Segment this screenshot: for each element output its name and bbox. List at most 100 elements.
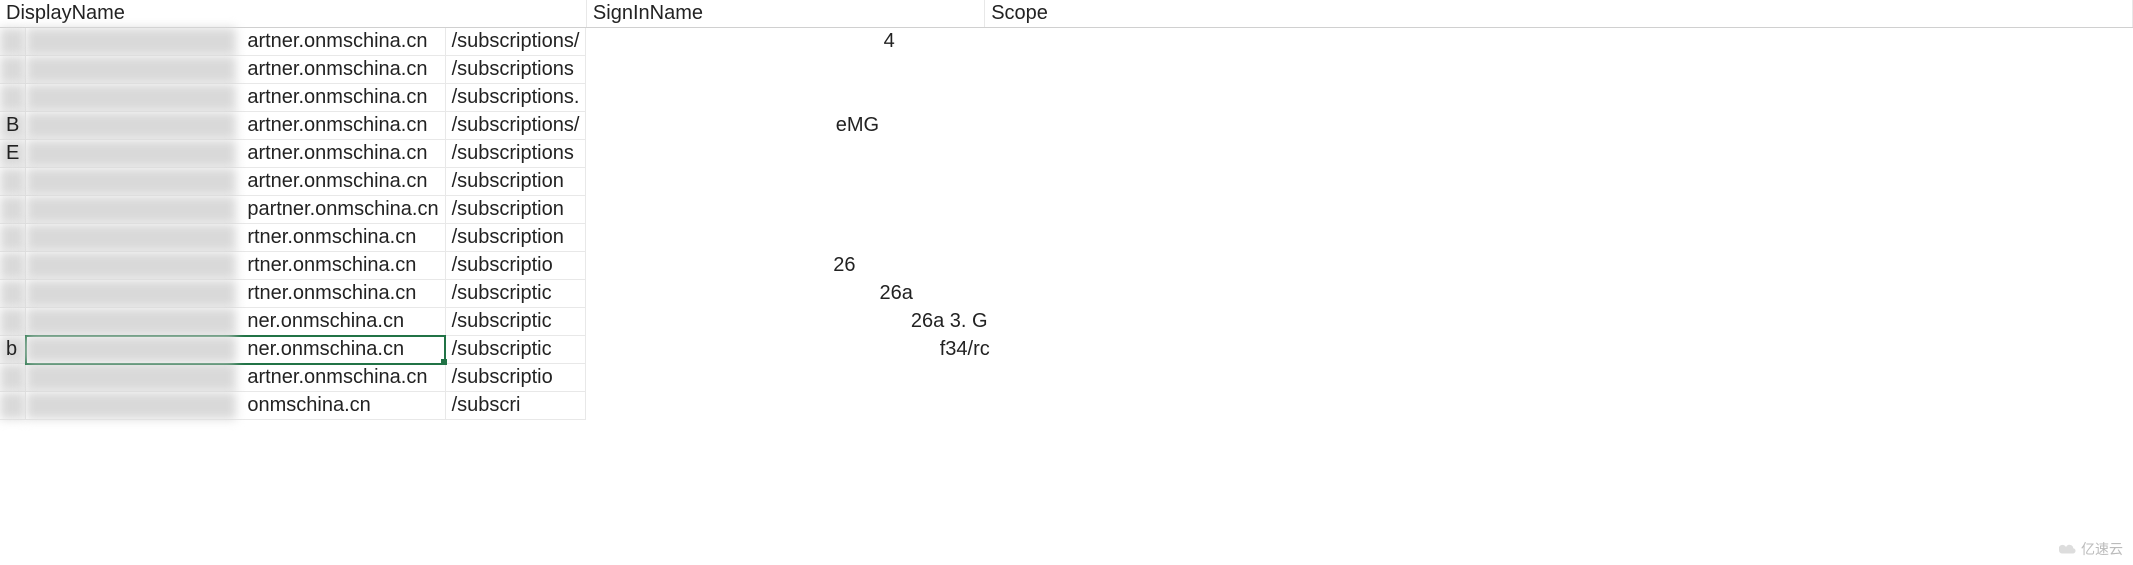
spreadsheet-table[interactable]: DisplayName SignInName Scope artner.onms… — [0, 0, 2133, 420]
table-row[interactable]: Bartner.onmschina.cn/subscriptions/eMG — [0, 112, 586, 140]
cell-signin-text: artner.onmschina.cn — [32, 142, 427, 164]
cell-sign-in-name[interactable]: artner.onmschina.cn — [26, 168, 445, 196]
cell-sign-in-name[interactable]: artner.onmschina.cn — [26, 28, 445, 56]
cell-scope-text: /subscription — [452, 170, 564, 192]
cell-display-name[interactable] — [0, 252, 26, 280]
cell-scope[interactable]: /subscriptio — [445, 364, 586, 392]
watermark: 亿速云 — [2059, 539, 2123, 559]
cell-display-name[interactable] — [0, 392, 26, 420]
cell-scope[interactable]: /subscriptions/4 — [445, 28, 586, 56]
cell-signin-text: artner.onmschina.cn — [32, 86, 427, 108]
cell-display-name[interactable] — [0, 56, 26, 84]
cell-scope[interactable]: /subscriptions/eMG — [445, 112, 586, 140]
cell-sign-in-name[interactable]: artner.onmschina.cn — [26, 112, 445, 140]
table-row[interactable]: artner.onmschina.cn/subscriptio — [0, 364, 586, 392]
cell-display-name[interactable]: E — [0, 140, 26, 168]
cell-signin-text: artner.onmschina.cn — [32, 114, 427, 136]
cell-signin-text: ner.onmschina.cn — [32, 310, 404, 332]
cell-display-name[interactable] — [0, 308, 26, 336]
cell-scope[interactable]: /subscriptions — [445, 140, 586, 168]
cell-signin-text: ner.onmschina.cn — [32, 338, 404, 360]
cell-signin-text: partner.onmschina.cn — [32, 198, 438, 220]
cell-display-text: B — [6, 114, 19, 136]
cell-scope-extra: f34/rc — [940, 338, 990, 361]
cell-scope-text: /subscriptions — [452, 142, 574, 164]
cell-signin-text: artner.onmschina.cn — [32, 170, 427, 192]
cell-scope-text: /subscription — [452, 226, 564, 248]
cell-scope-text: /subscriptions. — [452, 86, 580, 108]
cell-scope[interactable]: /subscriptio26 — [445, 252, 586, 280]
cell-sign-in-name[interactable]: rtner.onmschina.cn — [26, 280, 445, 308]
cell-signin-text: onmschina.cn — [32, 394, 370, 416]
cell-display-name[interactable] — [0, 280, 26, 308]
table-row[interactable]: b ner.onmschina.cn/subscripticf34/rc — [0, 336, 586, 364]
cell-scope-text: /subscriptic — [452, 310, 552, 332]
cell-signin-text: artner.onmschina.cn — [32, 30, 427, 52]
header-display-name[interactable]: DisplayName — [0, 0, 586, 28]
cell-scope-text: /subscriptio — [452, 366, 553, 388]
cell-scope-text: /subscri — [452, 394, 521, 416]
cell-display-text: E — [6, 142, 19, 164]
table-row[interactable]: artner.onmschina.cn/subscriptions. — [0, 84, 586, 112]
header-sign-in-name[interactable]: SignInName — [586, 0, 984, 28]
watermark-text: 亿速云 — [2081, 539, 2123, 559]
cell-sign-in-name[interactable]: artner.onmschina.cn — [26, 56, 445, 84]
table-row[interactable]: Eartner.onmschina.cn/subscriptions — [0, 140, 586, 168]
cell-sign-in-name[interactable]: partner.onmschina.cn — [26, 196, 445, 224]
cell-sign-in-name[interactable]: rtner.onmschina.cn — [26, 252, 445, 280]
cell-signin-text: rtner.onmschina.cn — [32, 282, 416, 304]
cell-scope-text: /subscriptions — [452, 58, 574, 80]
cell-sign-in-name[interactable]: artner.onmschina.cn — [26, 140, 445, 168]
table-row[interactable]: onmschina.cn/subscri — [0, 392, 586, 420]
header-row: DisplayName SignInName Scope — [0, 0, 2133, 28]
table-row[interactable]: partner.onmschina.cn/subscription — [0, 196, 586, 224]
cell-display-name[interactable]: b — [0, 336, 26, 364]
cell-display-text: b — [6, 338, 17, 360]
cell-scope[interactable]: /subscri — [445, 392, 586, 420]
cell-scope-text: /subscriptions/ — [452, 114, 580, 136]
cell-scope[interactable]: /subscription — [445, 224, 586, 252]
cell-scope[interactable]: /subscripticf34/rc — [445, 336, 586, 364]
cell-scope-text: /subscriptio — [452, 254, 553, 276]
cell-display-name[interactable] — [0, 28, 26, 56]
cell-scope-extra: 4 — [884, 30, 895, 53]
cloud-icon — [2059, 543, 2077, 555]
cell-scope-extra: eMG — [836, 114, 879, 137]
table-row[interactable]: rtner.onmschina.cn/subscription — [0, 224, 586, 252]
cell-scope[interactable]: /subscription — [445, 196, 586, 224]
cell-display-name[interactable] — [0, 84, 26, 112]
cell-display-name[interactable] — [0, 224, 26, 252]
table-row[interactable]: artner.onmschina.cn/subscriptions/4 — [0, 28, 586, 56]
cell-scope[interactable]: /subscription — [445, 168, 586, 196]
cell-signin-text: artner.onmschina.cn — [32, 366, 427, 388]
cell-sign-in-name[interactable]: artner.onmschina.cn — [26, 84, 445, 112]
cell-display-name[interactable] — [0, 364, 26, 392]
cell-scope[interactable]: /subscriptic26a — [445, 280, 586, 308]
table-row[interactable]: rtner.onmschina.cn/subscriptio26 — [0, 252, 586, 280]
cell-scope[interactable]: /subscriptions — [445, 56, 586, 84]
table-row[interactable]: artner.onmschina.cn/subscription — [0, 168, 586, 196]
cell-scope-text: /subscriptic — [452, 282, 552, 304]
cell-scope-extra: 26 — [833, 254, 855, 277]
cell-sign-in-name[interactable]: artner.onmschina.cn — [26, 364, 445, 392]
cell-scope-text: /subscription — [452, 198, 564, 220]
cell-scope-extra: 26a — [880, 282, 913, 305]
cell-display-name[interactable] — [0, 168, 26, 196]
header-scope[interactable]: Scope — [985, 0, 2133, 28]
cell-signin-text: artner.onmschina.cn — [32, 58, 427, 80]
table-row[interactable]: ner.onmschina.cn/subscriptic26a 3. G — [0, 308, 586, 336]
cell-scope-text: /subscriptic — [452, 338, 552, 360]
cell-scope-extra: 26a 3. G — [911, 310, 988, 333]
cell-scope-text: /subscriptions/ — [452, 30, 580, 52]
cell-sign-in-name[interactable]: onmschina.cn — [26, 392, 445, 420]
cell-display-name[interactable] — [0, 196, 26, 224]
cell-sign-in-name[interactable]: rtner.onmschina.cn — [26, 224, 445, 252]
cell-sign-in-name[interactable]: ner.onmschina.cn — [26, 308, 445, 336]
cell-display-name[interactable]: B — [0, 112, 26, 140]
cell-signin-text: rtner.onmschina.cn — [32, 226, 416, 248]
table-row[interactable]: rtner.onmschina.cn/subscriptic26a — [0, 280, 586, 308]
cell-scope[interactable]: /subscriptions. — [445, 84, 586, 112]
cell-scope[interactable]: /subscriptic26a 3. G — [445, 308, 586, 336]
cell-sign-in-name[interactable]: ner.onmschina.cn — [26, 336, 445, 364]
table-row[interactable]: artner.onmschina.cn/subscriptions — [0, 56, 586, 84]
